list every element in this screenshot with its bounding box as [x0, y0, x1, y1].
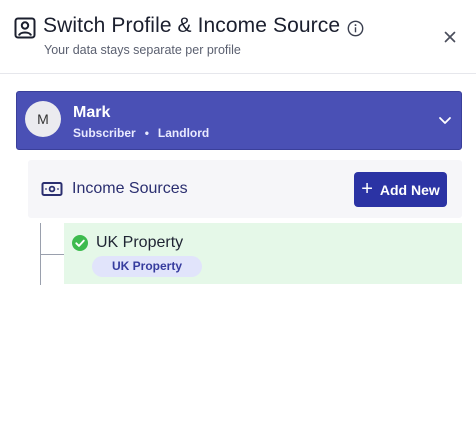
profile-badge-icon — [14, 17, 36, 39]
close-icon[interactable] — [440, 27, 460, 47]
avatar: M — [25, 101, 61, 137]
profile-selector[interactable]: M Mark Subscriber • Landlord — [16, 91, 462, 150]
income-source-name: UK Property — [96, 234, 184, 251]
profile-role: Subscriber — [73, 126, 136, 140]
profile-type: Landlord — [157, 126, 210, 140]
income-source-badge: UK Property — [92, 256, 203, 277]
add-new-label: Add New — [379, 181, 440, 198]
cash-icon — [41, 182, 63, 196]
dialog-header: Switch Profile & Income Source Your data… — [0, 0, 476, 74]
check-circle-icon — [72, 235, 88, 251]
profile-meta: Subscriber • Landlord — [73, 126, 209, 140]
tree-connector-horizontal — [40, 254, 64, 255]
page-title: Switch Profile & Income Source — [43, 14, 341, 37]
info-icon[interactable] — [347, 20, 364, 37]
chevron-down-icon[interactable] — [437, 112, 453, 128]
plus-icon: + — [361, 177, 373, 200]
profile-name: Mark — [73, 104, 111, 121]
page-subtitle: Your data stays separate per profile — [44, 43, 241, 57]
meta-separator: • — [144, 126, 149, 140]
income-source-item[interactable]: UK Property UK Property — [64, 223, 462, 284]
income-sources-title: Income Sources — [72, 180, 188, 197]
add-new-button[interactable]: + Add New — [354, 172, 447, 207]
income-sources-header: Income Sources + Add New — [28, 160, 462, 218]
